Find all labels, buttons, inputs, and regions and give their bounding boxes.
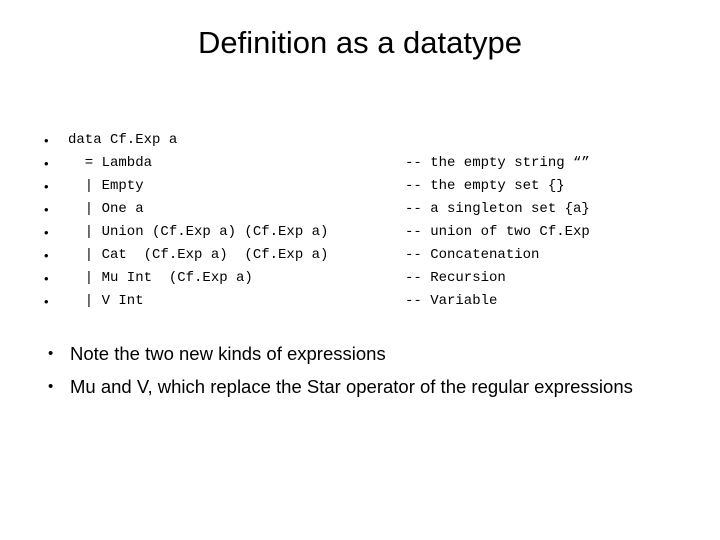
code-line-text: | V Int [68,293,144,309]
code-line-text: data Cf.Exp a [68,132,178,148]
code-line-comment: -- Concatenation [405,247,540,263]
code-line-comment: -- a singleton set {a} [405,201,590,217]
page-title: Definition as a datatype [198,25,522,60]
code-line: • | Union (Cf.Exp a) (Cf.Exp a) -- union… [44,221,684,244]
code-line: • | Cat (Cf.Exp a) (Cf.Exp a) -- Concate… [44,244,684,267]
list-item-label: Note the two new kinds of expressions [70,343,386,364]
bullet-glyph: • [48,345,54,362]
bullet-glyph: • [48,378,54,395]
list-item-label: Mu and V, which replace the Star operato… [70,376,633,397]
code-line: • = Lambda -- the empty string “” [44,152,684,175]
notes-list: • Note the two new kinds of expressions … [46,338,646,404]
code-line: • data Cf.Exp a [44,129,684,152]
code-line-text: | Empty [68,178,144,194]
code-listing: • data Cf.Exp a • = Lambda -- the empty … [44,129,684,313]
code-line-text: | Union (Cf.Exp a) (Cf.Exp a) [68,224,329,240]
code-line-comment: -- the empty set {} [405,178,565,194]
code-line: • | Empty -- the empty set {} [44,175,684,198]
code-line: • | V Int -- Variable [44,290,684,313]
code-line-comment: -- Variable [405,293,498,309]
code-line: • | One a -- a singleton set {a} [44,198,684,221]
bullet-glyph: • [44,202,49,217]
bullet-glyph: • [44,156,49,171]
code-line-comment: -- union of two Cf.Exp [405,224,590,240]
bullet-glyph: • [44,248,49,263]
code-line-text: | One a [68,201,144,217]
bullet-glyph: • [44,179,49,194]
code-line-comment: -- the empty string “” [405,155,590,171]
list-item: • Note the two new kinds of expressions [46,338,646,369]
code-line-text: | Cat (Cf.Exp a) (Cf.Exp a) [68,247,329,263]
bullet-glyph: • [44,271,49,286]
code-line-text: = Lambda [68,155,153,171]
list-item: • Mu and V, which replace the Star opera… [46,371,646,402]
code-line-text: | Mu Int (Cf.Exp a) [68,270,253,286]
bullet-glyph: • [44,294,49,309]
bullet-glyph: • [44,133,49,148]
bullet-glyph: • [44,225,49,240]
code-line-comment: -- Recursion [405,270,506,286]
slide-canvas: Definition as a datatype • data Cf.Exp a… [0,0,720,540]
code-line: • | Mu Int (Cf.Exp a) -- Recursion [44,267,684,290]
